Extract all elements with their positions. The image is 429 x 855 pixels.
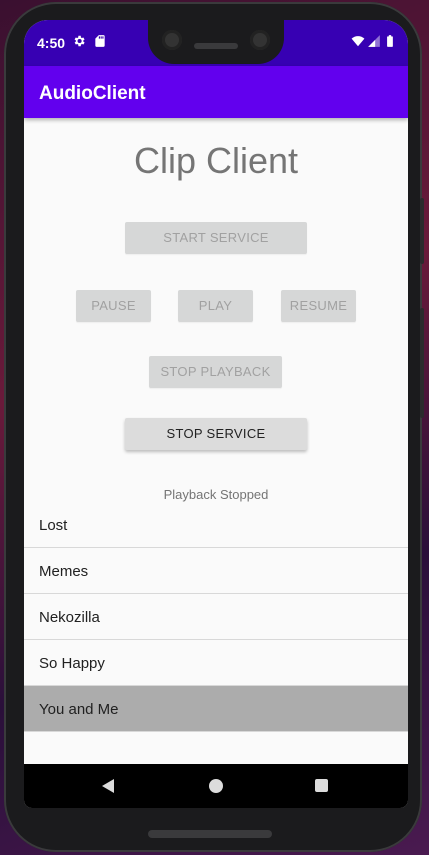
home-icon[interactable]	[209, 779, 223, 793]
wifi-icon	[351, 36, 365, 47]
app-title: AudioClient	[39, 83, 146, 104]
phone-frame: 4:50 AudioClient Clip Client START SERVI…	[4, 2, 424, 852]
battery-icon	[387, 35, 393, 47]
clip-list: Lost Memes Nekozilla So Happy You and Me	[24, 502, 408, 732]
volume-button	[420, 308, 424, 418]
list-item-label: So Happy	[39, 655, 105, 672]
recent-apps-icon[interactable]	[315, 779, 328, 792]
list-item-selected[interactable]: You and Me	[24, 686, 408, 732]
app-bar: AudioClient	[24, 66, 408, 118]
earpiece-speaker	[194, 43, 238, 49]
list-item-label: You and Me	[39, 701, 119, 718]
pause-button[interactable]: PAUSE	[76, 290, 151, 322]
bottom-speaker-grille	[148, 830, 272, 838]
stop-playback-button[interactable]: STOP PLAYBACK	[149, 356, 282, 388]
screen: 4:50 AudioClient Clip Client START SERVI…	[24, 20, 408, 808]
resume-button[interactable]: RESUME	[281, 290, 356, 322]
camera-notch	[148, 20, 284, 64]
list-item[interactable]: Memes	[24, 548, 408, 594]
list-item[interactable]: So Happy	[24, 640, 408, 686]
status-time: 4:50	[37, 35, 66, 51]
front-camera	[162, 30, 182, 50]
navigation-bar	[24, 764, 408, 808]
stop-service-button[interactable]: STOP SERVICE	[125, 418, 307, 450]
list-item-label: Memes	[39, 563, 89, 580]
back-icon[interactable]	[102, 779, 114, 793]
sd-card-icon	[95, 35, 105, 47]
list-item-label: Nekozilla	[39, 609, 100, 626]
list-item-label: Lost	[39, 517, 68, 534]
page-title: Clip Client	[133, 140, 299, 181]
front-camera-secondary	[250, 30, 270, 50]
playback-status: Playback Stopped	[163, 487, 269, 502]
list-item[interactable]: Lost	[24, 502, 408, 548]
start-service-button[interactable]: START SERVICE	[125, 222, 307, 254]
cellular-signal-icon	[368, 35, 380, 47]
list-item[interactable]: Nekozilla	[24, 594, 408, 640]
settings-icon	[74, 35, 85, 47]
play-button[interactable]: PLAY	[178, 290, 253, 322]
power-button	[420, 198, 424, 264]
